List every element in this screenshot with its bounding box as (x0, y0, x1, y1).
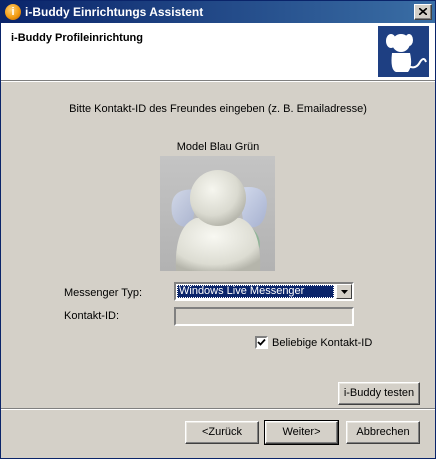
instruction-text: Bitte Kontakt-ID des Freundes eingeben (… (69, 103, 367, 115)
i-buddy-logo-icon (378, 26, 429, 77)
header-divider (1, 81, 435, 82)
contact-id-field[interactable] (174, 307, 354, 326)
messenger-type-value: Windows Live Messenger (177, 285, 334, 298)
page-title: i-Buddy Profileinrichtung (11, 32, 143, 44)
any-contact-label[interactable]: Beliebige Kontakt-ID (272, 337, 372, 349)
title-bar[interactable]: i i-Buddy Einrichtungs Assistent (1, 1, 435, 23)
test-i-buddy-button[interactable]: i-Buddy testen (338, 382, 420, 405)
i-buddy-model-image (160, 156, 275, 271)
window-title: i-Buddy Einrichtungs Assistent (25, 5, 204, 19)
app-info-icon: i (5, 4, 21, 20)
checkmark-icon (257, 338, 266, 346)
wizard-window: i i-Buddy Einrichtungs Assistent i-Buddy… (0, 0, 436, 459)
wizard-header: i-Buddy Profileinrichtung (1, 23, 435, 81)
dropdown-button[interactable] (336, 284, 352, 299)
back-button[interactable]: <Zurück (185, 421, 259, 444)
next-button[interactable]: Weiter> (264, 420, 339, 445)
messenger-type-select[interactable]: Windows Live Messenger (174, 282, 354, 301)
model-label: Model Blau Grün (176, 141, 260, 153)
chevron-down-icon (341, 290, 348, 294)
any-contact-checkbox[interactable] (255, 336, 268, 349)
footer-divider-highlight (1, 409, 435, 410)
contact-id-label: Kontakt-ID: (64, 310, 120, 322)
cancel-button[interactable]: Abbrechen (346, 421, 420, 444)
close-button[interactable] (414, 4, 432, 20)
messenger-type-label: Messenger Typ: (64, 287, 143, 299)
close-icon (419, 8, 427, 15)
